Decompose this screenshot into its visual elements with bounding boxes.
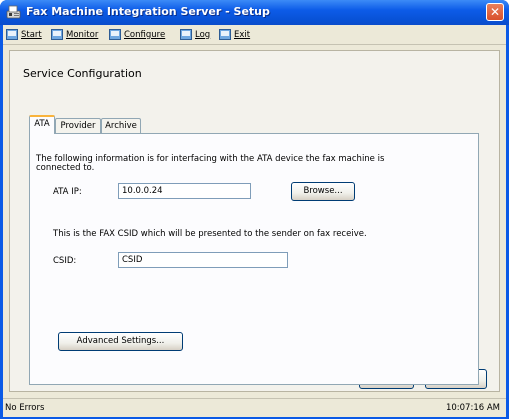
start-icon	[6, 29, 18, 40]
configure-icon	[109, 29, 121, 40]
log-icon	[180, 29, 192, 40]
csid-label: CSID:	[53, 256, 77, 266]
menu-item-monitor[interactable]: Monitor	[51, 27, 98, 42]
status-bar: No Errors 10:07:16 AM	[3, 398, 506, 417]
tab-ata[interactable]: ATA	[29, 115, 55, 134]
advanced-settings-button[interactable]: Advanced Settings...	[58, 332, 183, 351]
status-message: No Errors	[5, 403, 45, 413]
ata-description-line-2: connected to.	[36, 163, 95, 173]
tab-archive[interactable]: Archive	[101, 118, 141, 133]
ata-ip-label: ATA IP:	[53, 187, 82, 197]
status-time: 10:07:16 AM	[445, 403, 500, 413]
exit-icon	[219, 29, 231, 40]
close-button[interactable]: ✕	[486, 3, 504, 21]
title-bar[interactable]: Fax Machine Integration Server - Setup ✕	[0, 0, 509, 25]
menu-item-configure[interactable]: Configure	[109, 27, 165, 42]
monitor-icon	[51, 29, 63, 40]
menu-item-start[interactable]: Start	[6, 27, 42, 42]
browse-button[interactable]: Browse...	[291, 182, 355, 201]
client-area: Start Monitor Configure Log Exit Service…	[3, 25, 506, 417]
menu-item-log[interactable]: Log	[180, 27, 210, 42]
csid-info-text: This is the FAX CSID which will be prese…	[53, 229, 367, 239]
window-title: Fax Machine Integration Server - Setup	[26, 5, 270, 18]
service-configuration-group: Service Configuration ATA Provider Archi…	[9, 50, 500, 392]
ata-tab-panel: The following information is for interfa…	[29, 133, 479, 385]
close-icon: ✕	[489, 5, 501, 19]
menu-item-exit[interactable]: Exit	[219, 27, 250, 42]
ata-ip-input[interactable]	[118, 183, 251, 199]
csid-input[interactable]	[118, 252, 288, 268]
setup-window: Fax Machine Integration Server - Setup ✕…	[0, 0, 509, 419]
tab-provider[interactable]: Provider	[55, 118, 101, 133]
fax-machine-icon	[6, 5, 21, 19]
page-title: Service Configuration	[23, 67, 142, 80]
menu-bar: Start Monitor Configure Log Exit	[3, 25, 506, 45]
